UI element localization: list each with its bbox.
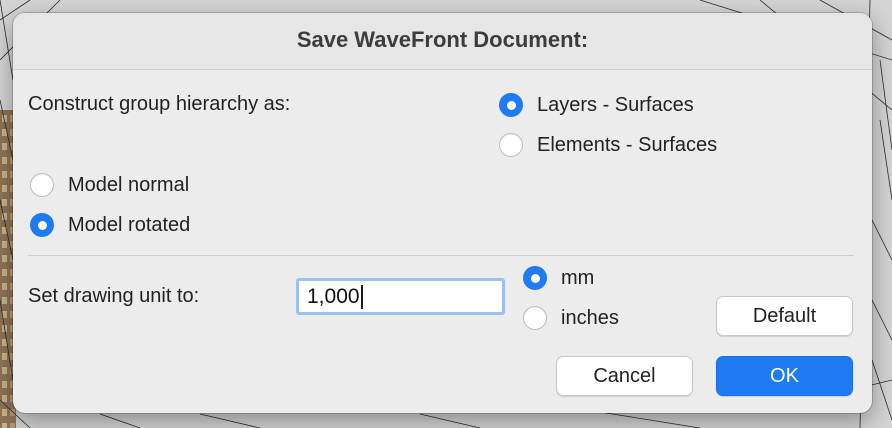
group-hierarchy-label: Construct group hierarchy as: <box>28 93 291 115</box>
cancel-button[interactable]: Cancel <box>556 356 693 396</box>
radio-elements-surfaces[interactable]: Elements - Surfaces <box>499 133 717 157</box>
radio-label: mm <box>561 266 595 289</box>
radio-model-normal[interactable]: Model normal <box>30 173 189 197</box>
drawing-unit-input[interactable]: 1,000 <box>296 278 505 315</box>
radio-button[interactable] <box>499 133 523 157</box>
dialog-titlebar: Save WaveFront Document: <box>13 13 872 70</box>
dialog-title: Save WaveFront Document: <box>296 27 589 52</box>
text-caret <box>360 284 363 309</box>
save-wavefront-dialog: Save WaveFront Document: Construct group… <box>13 13 872 413</box>
drawing-unit-value: 1,000 <box>307 284 360 308</box>
radio-layers-surfaces[interactable]: Layers - Surfaces <box>499 93 694 117</box>
default-button[interactable]: Default <box>716 296 853 336</box>
drawing-unit-label: Set drawing unit to: <box>28 285 200 307</box>
radio-button[interactable] <box>30 173 54 197</box>
radio-model-rotated[interactable]: Model rotated <box>30 213 190 237</box>
radio-label: Model normal <box>68 173 190 196</box>
radio-label: inches <box>561 306 619 329</box>
radio-button-selected[interactable] <box>30 213 54 237</box>
radio-button-selected[interactable] <box>523 266 547 290</box>
radio-label: Model rotated <box>68 213 191 236</box>
radio-button-selected[interactable] <box>499 93 523 117</box>
radio-label: Layers - Surfaces <box>537 93 694 116</box>
radio-unit-inches[interactable]: inches <box>523 306 619 330</box>
radio-button[interactable] <box>523 306 547 330</box>
radio-unit-mm[interactable]: mm <box>523 266 594 290</box>
radio-label: Elements - Surfaces <box>537 133 718 156</box>
ok-button[interactable]: OK <box>716 356 853 396</box>
section-divider <box>28 255 854 256</box>
